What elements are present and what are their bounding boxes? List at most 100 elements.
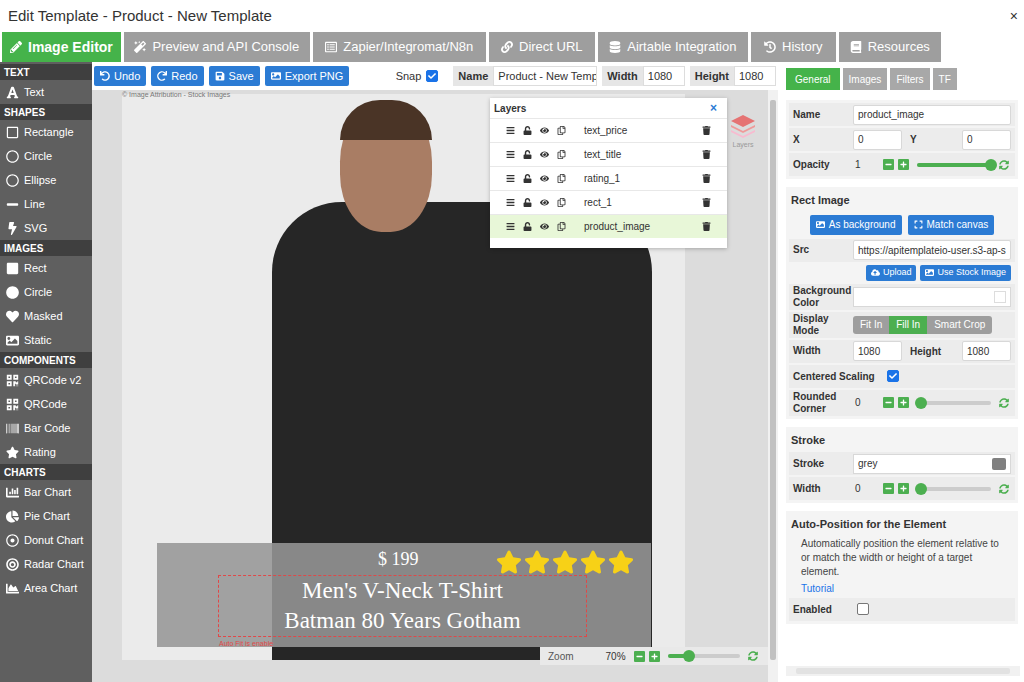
slider-knob[interactable] — [915, 483, 927, 495]
sidebar-item[interactable]: Bar Code — [0, 416, 92, 440]
width-input[interactable]: 1080 — [853, 341, 902, 361]
lock-icon[interactable] — [523, 222, 532, 231]
reset-icon[interactable] — [999, 484, 1009, 494]
tab[interactable]: Resources — [839, 32, 941, 62]
horizontal-scrollbar[interactable] — [786, 666, 1020, 676]
slider-track[interactable] — [668, 654, 740, 658]
display-mode-option[interactable]: Smart Crop — [927, 316, 992, 334]
tab[interactable]: Airtable Integration — [598, 32, 748, 62]
slider-track[interactable] — [917, 163, 991, 167]
trash-icon[interactable] — [702, 150, 711, 159]
toolbar-button[interactable]: Redo — [151, 66, 203, 86]
slider-knob[interactable] — [985, 159, 997, 171]
slider-knob[interactable] — [915, 397, 927, 409]
eye-icon[interactable] — [540, 222, 549, 231]
panel-tab[interactable]: General — [786, 68, 840, 90]
src-input[interactable]: https://apitemplateio-user.s3-ap-s — [853, 240, 1011, 260]
color-swatch[interactable] — [994, 291, 1006, 303]
opacity-slider[interactable]: 1 — [853, 157, 1011, 172]
layers-close[interactable]: × — [704, 99, 723, 117]
drag-icon[interactable] — [506, 222, 515, 231]
field-input[interactable]: 1080 — [643, 66, 685, 86]
lock-icon[interactable] — [523, 174, 532, 183]
sidebar-item[interactable]: Rectangle — [0, 120, 92, 144]
slider-track[interactable] — [917, 401, 991, 405]
snap-checkbox[interactable] — [426, 70, 438, 82]
layer-row[interactable]: text_title — [490, 142, 727, 166]
toolbar-button[interactable]: Undo — [94, 66, 146, 86]
close-button[interactable]: × — [1008, 6, 1020, 27]
tab[interactable]: History — [751, 32, 836, 62]
panel-tab[interactable]: Images — [843, 68, 888, 90]
upload-button[interactable]: Upload — [866, 265, 917, 281]
drag-icon[interactable] — [506, 198, 515, 207]
vertical-scrollbar[interactable] — [768, 90, 778, 682]
eye-icon[interactable] — [540, 174, 549, 183]
y-input[interactable]: 0 — [962, 130, 1011, 150]
layer-row[interactable]: product_image — [490, 214, 727, 238]
trash-icon[interactable] — [702, 174, 711, 183]
rounded-corner-slider[interactable]: 0 — [853, 395, 1011, 410]
drag-icon[interactable] — [506, 150, 515, 159]
copy-icon[interactable] — [557, 198, 566, 207]
title-text-box[interactable]: Men's V-Neck T-ShirtBatman 80 Years Goth… — [218, 575, 587, 637]
copy-icon[interactable] — [557, 150, 566, 159]
display-mode-option[interactable]: Fit In — [853, 316, 889, 334]
field-input[interactable]: Product - New Temp — [493, 66, 597, 86]
drag-icon[interactable] — [506, 126, 515, 135]
sidebar-item[interactable]: Circle — [0, 280, 92, 304]
scrollbar-thumb[interactable] — [796, 668, 1010, 674]
trash-icon[interactable] — [702, 126, 711, 135]
rating[interactable] — [496, 549, 634, 575]
minus-button[interactable] — [883, 483, 894, 494]
sidebar-item[interactable]: Rect — [0, 256, 92, 280]
eye-icon[interactable] — [540, 126, 549, 135]
background-color-input[interactable] — [853, 287, 1011, 307]
field-input[interactable]: 1080 — [734, 66, 776, 86]
sidebar-item[interactable]: Line — [0, 192, 92, 216]
lock-icon[interactable] — [523, 126, 532, 135]
minus-button[interactable] — [883, 397, 894, 408]
enabled-checkbox[interactable] — [857, 603, 869, 615]
stroke-input[interactable]: grey — [853, 454, 1011, 474]
tutorial-link[interactable]: Tutorial — [789, 581, 1015, 596]
reset-icon[interactable] — [999, 398, 1009, 408]
minus-button[interactable] — [634, 651, 645, 662]
toolbar-button[interactable]: Export PNG — [265, 66, 350, 86]
price-text[interactable]: $ 199 — [378, 546, 419, 573]
plus-button[interactable] — [898, 159, 909, 170]
eye-icon[interactable] — [540, 150, 549, 159]
lock-icon[interactable] — [523, 198, 532, 207]
sidebar-item[interactable]: QRCode v2 — [0, 368, 92, 392]
sidebar-item[interactable]: QRCode — [0, 392, 92, 416]
lock-icon[interactable] — [523, 150, 532, 159]
copy-icon[interactable] — [557, 222, 566, 231]
stroke-width-slider[interactable]: 0 — [853, 481, 1011, 496]
drag-icon[interactable] — [506, 174, 515, 183]
display-mode-option[interactable]: Fill In — [889, 316, 927, 334]
tab[interactable]: Direct URL — [489, 32, 595, 62]
slider-knob[interactable] — [683, 650, 695, 662]
eye-icon[interactable] — [540, 198, 549, 207]
trash-icon[interactable] — [702, 222, 711, 231]
layer-row[interactable]: rect_1 — [490, 190, 727, 214]
image-button[interactable]: As background — [810, 215, 902, 235]
minus-button[interactable] — [883, 159, 894, 170]
centered-scaling-checkbox[interactable] — [887, 370, 899, 382]
tab[interactable]: Preview and API Console — [124, 32, 310, 62]
upload-button[interactable]: Use Stock Image — [920, 265, 1011, 281]
sidebar-item[interactable]: Ellipse — [0, 168, 92, 192]
layer-row[interactable]: text_price — [490, 118, 727, 142]
sidebar-item[interactable]: Circle — [0, 144, 92, 168]
sidebar-item[interactable]: Pie Chart — [0, 504, 92, 528]
plus-button[interactable] — [898, 483, 909, 494]
sidebar-item[interactable]: Static — [0, 328, 92, 352]
scrollbar-thumb[interactable] — [770, 100, 776, 660]
sidebar-item[interactable]: Radar Chart — [0, 552, 92, 576]
layer-row[interactable]: rating_1 — [490, 166, 727, 190]
sidebar-item[interactable]: Masked — [0, 304, 92, 328]
trash-icon[interactable] — [702, 198, 711, 207]
zoom-slider[interactable]: 70% — [604, 649, 760, 664]
reset-icon[interactable] — [748, 651, 758, 661]
name-input[interactable]: product_image — [853, 105, 1011, 125]
